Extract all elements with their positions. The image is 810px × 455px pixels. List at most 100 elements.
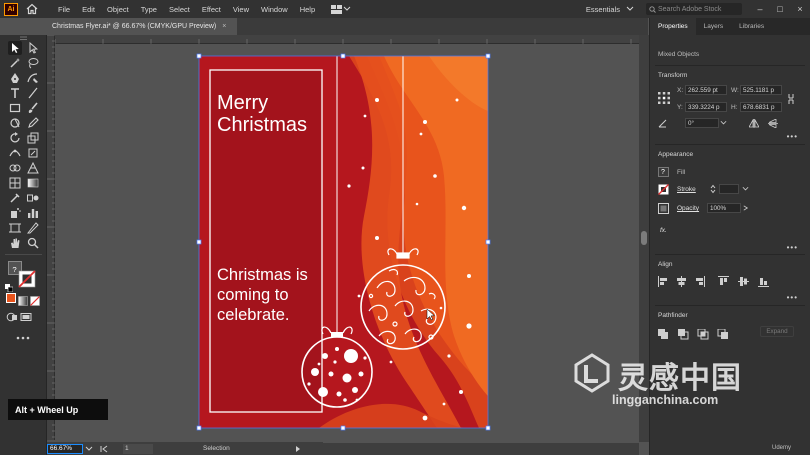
menu-type[interactable]: Type xyxy=(135,5,163,14)
adobe-stock-search[interactable]: Search Adobe Stock xyxy=(646,3,742,15)
zoom-tool[interactable] xyxy=(26,236,40,250)
more-options-icon[interactable]: ••• xyxy=(787,293,798,302)
edit-toolbar-button[interactable] xyxy=(14,329,32,340)
vertical-ruler[interactable] xyxy=(47,34,55,440)
height-field[interactable]: 678.6831 p xyxy=(740,102,782,112)
chevron-down-icon[interactable] xyxy=(85,446,93,452)
stroke-color-swatch[interactable] xyxy=(658,184,669,195)
blend-tool[interactable] xyxy=(26,191,40,205)
close-tab-icon[interactable]: × xyxy=(222,23,226,30)
default-colors-icon[interactable] xyxy=(5,279,14,293)
headline-text[interactable]: Merry Christmas xyxy=(217,92,327,136)
menu-help[interactable]: Help xyxy=(294,5,321,14)
scale-tool[interactable] xyxy=(26,131,40,145)
gradient-tool[interactable] xyxy=(26,176,40,190)
draw-mode-button[interactable] xyxy=(6,309,18,322)
opacity-field[interactable]: 100% xyxy=(707,203,741,213)
workspace-switcher[interactable]: Essentials xyxy=(586,5,620,14)
type-tool[interactable] xyxy=(8,86,22,100)
artboard-number-field[interactable]: 1 xyxy=(123,443,153,454)
color-mode-button[interactable] xyxy=(6,293,16,303)
tab-properties[interactable]: Properties xyxy=(650,18,696,35)
play-icon[interactable] xyxy=(294,445,302,453)
pathfinder-buttons[interactable] xyxy=(658,329,738,341)
first-artboard-icon[interactable] xyxy=(99,445,109,453)
artboard-tool[interactable] xyxy=(8,221,22,235)
mesh-tool[interactable] xyxy=(8,176,22,190)
chevron-down-icon[interactable] xyxy=(626,6,634,12)
screen-mode-button[interactable] xyxy=(20,309,32,321)
hand-tool[interactable] xyxy=(8,236,22,250)
scrollbar-thumb[interactable] xyxy=(641,231,647,245)
horizontal-ruler[interactable] xyxy=(54,35,639,48)
fill-color-swatch[interactable]: ? xyxy=(658,167,669,177)
more-options-icon[interactable]: ••• xyxy=(787,243,798,252)
width-field[interactable]: 525.1181 p xyxy=(740,85,782,95)
stroke-weight-field[interactable] xyxy=(719,184,739,194)
rotation-field[interactable]: 0° xyxy=(685,118,719,128)
shaper-tool[interactable] xyxy=(8,116,22,130)
free-transform-tool[interactable] xyxy=(26,146,40,160)
menu-view[interactable]: View xyxy=(227,5,255,14)
column-graph-tool[interactable] xyxy=(26,206,40,220)
more-options-icon[interactable]: ••• xyxy=(787,132,798,141)
stroke-swatch[interactable] xyxy=(18,270,36,288)
arrange-documents-button[interactable] xyxy=(331,4,351,14)
flip-horizontal-icon[interactable] xyxy=(749,119,759,128)
stroke-link[interactable]: Stroke xyxy=(677,186,696,193)
pencil-tool[interactable] xyxy=(26,116,40,130)
menu-select[interactable]: Select xyxy=(163,5,196,14)
opacity-link[interactable]: Opacity xyxy=(677,205,699,212)
paintbrush-tool[interactable] xyxy=(26,101,40,115)
menu-effect[interactable]: Effect xyxy=(196,5,227,14)
home-icon[interactable] xyxy=(26,3,38,15)
stepper-icon[interactable] xyxy=(710,184,716,194)
x-value: 262.559 pt xyxy=(688,86,718,94)
gradient-mode-button[interactable] xyxy=(18,293,28,306)
rectangle-tool[interactable] xyxy=(8,101,22,115)
chevron-down-icon[interactable] xyxy=(720,120,727,126)
expand-button[interactable]: Expand xyxy=(760,326,794,337)
lasso-tool[interactable] xyxy=(26,56,40,70)
minimize-button[interactable]: – xyxy=(750,4,770,14)
selection-tool[interactable] xyxy=(8,41,22,55)
zoom-level-field[interactable]: 66.67% xyxy=(47,443,83,454)
none-mode-button[interactable] xyxy=(30,293,40,306)
flip-vertical-icon[interactable] xyxy=(768,119,778,128)
close-button[interactable]: × xyxy=(790,4,810,14)
menu-window[interactable]: Window xyxy=(255,5,294,14)
symbol-sprayer-tool[interactable] xyxy=(8,206,22,220)
w-label: W: xyxy=(731,87,739,94)
menu-object[interactable]: Object xyxy=(101,5,135,14)
y-position-field[interactable]: 339.3224 p xyxy=(685,102,727,112)
horizontal-scrollbar[interactable] xyxy=(323,443,639,455)
menu-file[interactable]: File xyxy=(52,5,76,14)
rotate-tool[interactable] xyxy=(8,131,22,145)
perspective-grid-tool[interactable] xyxy=(26,161,40,175)
width-tool[interactable] xyxy=(8,146,22,160)
direct-selection-tool[interactable] xyxy=(26,41,40,55)
align-buttons[interactable] xyxy=(658,276,788,288)
curvature-tool[interactable] xyxy=(26,71,40,85)
chevron-down-icon[interactable] xyxy=(742,186,749,192)
magic-wand-tool[interactable] xyxy=(8,56,22,70)
slice-tool[interactable] xyxy=(26,221,40,235)
chevron-right-icon[interactable] xyxy=(742,205,749,211)
tab-libraries[interactable]: Libraries xyxy=(731,18,772,35)
maximize-button[interactable]: □ xyxy=(770,4,790,14)
document-tab[interactable]: Christmas Flyer.ai* @ 66.67% (CMYK/GPU P… xyxy=(47,18,237,35)
eyedropper-tool[interactable] xyxy=(8,191,22,205)
reference-point-icon[interactable] xyxy=(658,92,670,104)
shortcut-caption: Alt + Wheel Up xyxy=(8,399,108,420)
shape-builder-tool[interactable] xyxy=(8,161,22,175)
line-segment-tool[interactable] xyxy=(26,86,40,100)
tab-layers[interactable]: Layers xyxy=(696,18,732,35)
tagline-text[interactable]: Christmas is coming to celebrate. xyxy=(217,265,332,325)
artboard[interactable]: Merry Christmas Christmas is coming to c… xyxy=(199,56,488,428)
menu-edit[interactable]: Edit xyxy=(76,5,101,14)
constrain-proportions-icon[interactable] xyxy=(787,93,795,105)
effects-icon[interactable]: fx. xyxy=(660,227,667,234)
pen-tool[interactable] xyxy=(8,71,22,85)
x-position-field[interactable]: 262.559 pt xyxy=(685,85,727,95)
watermark-logo-icon xyxy=(574,353,610,393)
